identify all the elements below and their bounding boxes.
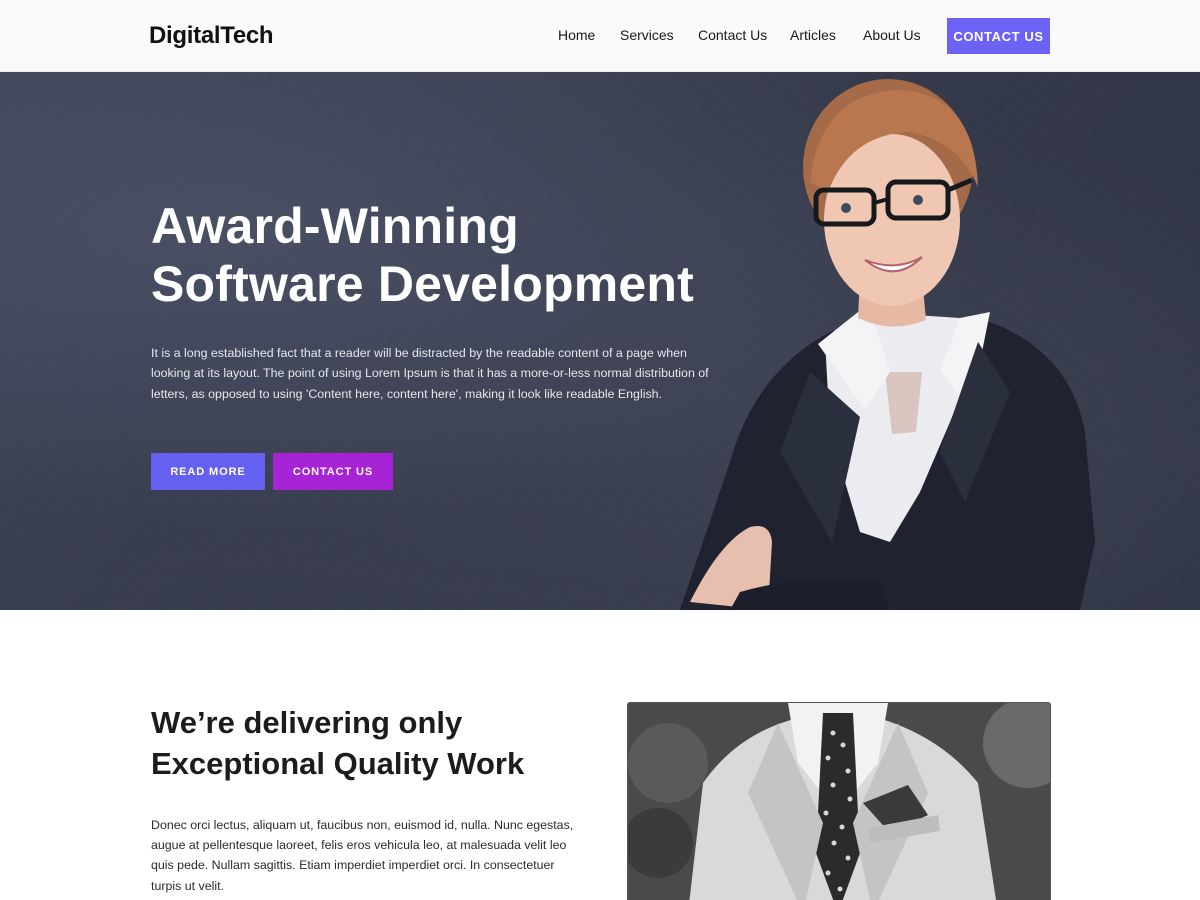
hero-title-line-1: Award-Winning <box>151 198 519 254</box>
header-contact-button[interactable]: CONTACT US <box>947 18 1050 54</box>
section-title: We’re delivering only Exceptional Qualit… <box>151 702 571 784</box>
hero-description: It is a long established fact that a rea… <box>151 346 709 401</box>
nav-articles[interactable]: Articles <box>790 27 836 43</box>
suit-man-image <box>627 702 1051 900</box>
nav-contact-us[interactable]: Contact Us <box>698 27 767 43</box>
hero-portrait-image <box>680 79 1095 610</box>
site-logo[interactable]: DigitalTech <box>149 22 274 50</box>
suit-man-illustration <box>628 703 1050 900</box>
nav-home[interactable]: Home <box>558 27 595 43</box>
hero-title-line-2: Software Development <box>151 256 695 312</box>
hero-section: Award-Winning Software Development It is… <box>0 72 1200 610</box>
site-header: DigitalTech Home Services Contact Us Art… <box>0 0 1200 72</box>
nav-services[interactable]: Services <box>620 27 674 43</box>
hero-title: Award-Winning Software Development <box>151 197 771 313</box>
hero-contact-button[interactable]: CONTACT US <box>273 453 393 490</box>
section-title-line-1: We’re delivering only <box>151 705 463 740</box>
section-title-line-2: Exceptional Quality Work <box>151 746 525 781</box>
nav-about-us[interactable]: About Us <box>863 27 921 43</box>
section-text: Donec orci lectus, aliquam ut, faucibus … <box>151 818 574 893</box>
read-more-button[interactable]: READ MORE <box>151 453 265 490</box>
